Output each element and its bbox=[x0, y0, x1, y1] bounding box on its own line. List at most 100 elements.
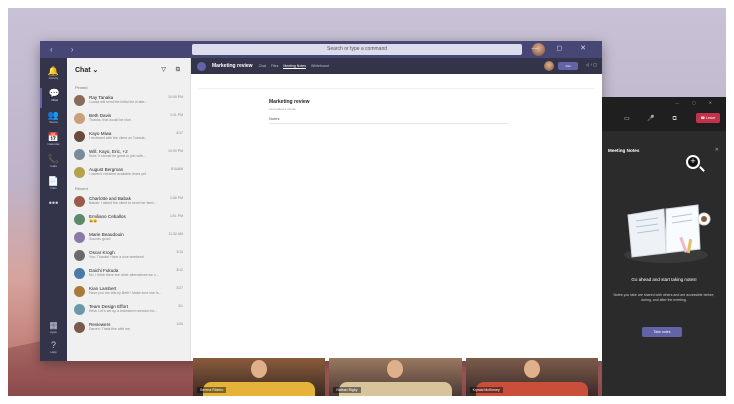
chat-list-item[interactable]: Oscar Krogh You: Thanks! Have a nice week… bbox=[67, 247, 190, 265]
tab-meeting-notes[interactable]: Meeting Notes bbox=[283, 64, 306, 69]
tab-files[interactable]: Files bbox=[271, 64, 278, 68]
call-controls-bar: — ◻ ✕ ▭ 🎤 ⧉ ☎ Leave bbox=[602, 97, 726, 131]
chat-name: Kayo Miwa bbox=[89, 131, 112, 136]
chat-preview: Have you ran this by Beth? Make sure she… bbox=[89, 291, 162, 295]
rail-teams[interactable]: 👥 Teams bbox=[40, 110, 67, 130]
participant-name: Krystal McKinney bbox=[469, 387, 503, 393]
notebook-illustration bbox=[624, 204, 711, 263]
notes-empty-heading: Go ahead and start taking notes! bbox=[631, 277, 697, 282]
window-controls[interactable]: — ◻ ✕ bbox=[531, 44, 594, 52]
calendar-icon: 📅 bbox=[47, 132, 60, 142]
camera-icon[interactable]: ▭ bbox=[624, 116, 638, 122]
participant-face bbox=[251, 360, 268, 378]
rail-activity[interactable]: 🔔 Activity bbox=[40, 66, 67, 86]
rail-label: Activity bbox=[48, 76, 59, 80]
chat-preview: I reviewed with the client on Tuesda... bbox=[89, 136, 148, 140]
chat-list-item[interactable]: Kayo Miwa I reviewed with the client on T… bbox=[67, 128, 190, 146]
calls-icon: 📞 bbox=[47, 154, 60, 164]
participant-name: Serena Ribeiro bbox=[197, 387, 227, 393]
app-rail: 🔔 Activity 💬 Chat 👥 Teams 📅 Calendar 📞 C… bbox=[40, 58, 67, 361]
avatar bbox=[74, 214, 85, 225]
participant-face bbox=[523, 360, 540, 378]
avatar bbox=[74, 250, 85, 261]
rail-files[interactable]: 📄 Files bbox=[40, 176, 67, 196]
chat-name: Oscar Krogh bbox=[89, 250, 115, 255]
chat-list-item[interactable]: Ray Tanaka Louisa will send the initial l… bbox=[67, 92, 190, 110]
maximize-icon[interactable]: ◻ bbox=[556, 45, 570, 52]
close-icon[interactable]: ✕ bbox=[709, 100, 718, 105]
chat-list-item[interactable]: Daichi Fukuda No, I think there are other… bbox=[67, 265, 190, 283]
window-controls[interactable]: — ◻ ✕ bbox=[675, 100, 718, 105]
avatar bbox=[74, 268, 85, 279]
chat-list-item[interactable]: Marie Beaudouin Sounds good! 11:32 AM bbox=[67, 229, 190, 247]
rail-label: Help bbox=[50, 350, 57, 354]
tab-whiteboard[interactable]: Whiteboard bbox=[311, 64, 329, 68]
chat-name: Daichi Fukuda bbox=[89, 268, 119, 273]
chat-list-item[interactable]: Charlotte and Babak Babak: I asked the cl… bbox=[67, 193, 190, 211]
participant-face bbox=[387, 360, 404, 378]
chat-list-item[interactable]: Emiliano Ceballos 😀😀 1:51 PM bbox=[67, 211, 190, 229]
search-input[interactable]: Search or type a command bbox=[192, 44, 522, 55]
chat-preview: You: Thanks! Have a nice weekend bbox=[89, 255, 144, 259]
avatar bbox=[74, 196, 85, 207]
teams-window: ‹ › Search or type a command — ◻ ✕ 🔔 Act… bbox=[40, 41, 602, 361]
doc-divider bbox=[269, 123, 509, 124]
chat-list-item[interactable]: Kian Lambert Have you ran this by Beth? M… bbox=[67, 283, 190, 301]
video-tile[interactable]: Serena Ribeiro bbox=[193, 358, 326, 396]
video-icon[interactable]: ⧉ bbox=[176, 67, 184, 73]
chat-list-item[interactable]: Team Design Effort Reta: Let's set up a b… bbox=[67, 301, 190, 319]
maximize-icon[interactable]: ◻ bbox=[692, 100, 701, 105]
rail-apps[interactable]: ▦ Apps bbox=[40, 320, 67, 340]
avatar bbox=[74, 286, 85, 297]
chat-time: 1/26 bbox=[176, 322, 183, 326]
meeting-main: Marketing review Chat Files Meeting Note… bbox=[191, 58, 602, 361]
chat-icon: 💬 bbox=[48, 88, 61, 98]
close-icon[interactable]: ✕ bbox=[715, 147, 719, 153]
rail-calls[interactable]: 📞 Calls bbox=[40, 154, 67, 174]
meeting-header: Marketing review Chat Files Meeting Note… bbox=[191, 58, 602, 74]
notes-document: Marketing review Last edited a minute No… bbox=[199, 88, 594, 353]
call-icons: ▭ 🎤 ⧉ bbox=[624, 115, 685, 123]
avatar bbox=[74, 304, 85, 315]
video-tile[interactable]: Krystal McKinney bbox=[465, 358, 598, 396]
tab-chat[interactable]: Chat bbox=[259, 64, 266, 68]
take-notes-button[interactable]: Take notes bbox=[642, 327, 682, 337]
join-button[interactable]: Join bbox=[558, 62, 578, 70]
rail-more[interactable]: ••• bbox=[40, 198, 67, 218]
chat-list-pane: Chat ⌄ ▽ ⧉ Pinned Ray Tanaka Louisa will … bbox=[67, 58, 191, 361]
avatar bbox=[74, 113, 85, 124]
nav-arrows[interactable]: ‹ › bbox=[50, 45, 82, 54]
pinned-chat-list: Ray Tanaka Louisa will send the initial l… bbox=[67, 92, 190, 182]
recent-chat-list: Charlotte and Babak Babak: I asked the cl… bbox=[67, 193, 190, 337]
chat-time: 3/12 bbox=[176, 268, 183, 272]
chat-title[interactable]: Chat ⌄ bbox=[75, 66, 98, 74]
chat-time: 1:56 PM bbox=[169, 196, 183, 200]
rail-help[interactable]: ? Help bbox=[40, 340, 67, 360]
microphone-icon[interactable]: 🎤 bbox=[647, 116, 662, 122]
header-more-icons[interactable]: ◁ ↑ ▢ bbox=[586, 62, 597, 67]
share-icon[interactable]: ⧉ bbox=[673, 116, 685, 122]
help-icon: ? bbox=[50, 340, 56, 350]
rail-calendar[interactable]: 📅 Calendar bbox=[40, 132, 67, 152]
chat-list-item[interactable]: Reviewers Darren: Thats fine with me 1/26 bbox=[67, 319, 190, 337]
meeting-title: Marketing review bbox=[212, 63, 253, 69]
participant-avatar[interactable] bbox=[544, 61, 554, 71]
chat-list-item[interactable]: August Bergman I haven't checked availabl… bbox=[67, 164, 190, 182]
chat-time: 8:04AM bbox=[170, 167, 183, 171]
close-icon[interactable]: ✕ bbox=[580, 45, 594, 52]
doc-notes-label: Notes bbox=[269, 116, 280, 121]
zoom-cursor-icon: + bbox=[686, 155, 700, 169]
rail-label: Calendar bbox=[47, 142, 60, 146]
minimize-icon[interactable]: — bbox=[531, 45, 546, 52]
chat-list-item[interactable]: Beth Davis Thanks, that would be nice. 1:4… bbox=[67, 110, 190, 128]
filter-icon[interactable]: ▽ bbox=[161, 67, 170, 73]
rail-chat[interactable]: 💬 Chat bbox=[40, 88, 67, 108]
doc-subtitle: Last edited a minute bbox=[269, 107, 297, 111]
video-tile[interactable]: Nathan Rigby bbox=[329, 358, 462, 396]
avatar bbox=[74, 149, 85, 160]
minimize-icon[interactable]: — bbox=[675, 100, 685, 105]
chat-list-item[interactable]: Will, Kayo, Eric, +2 Sure, it should be g… bbox=[67, 146, 190, 164]
leave-button[interactable]: ☎ Leave bbox=[696, 113, 720, 123]
title-bar: ‹ › Search or type a command — ◻ ✕ bbox=[40, 41, 602, 58]
chat-preview: Thanks, that would be nice. bbox=[89, 118, 132, 122]
